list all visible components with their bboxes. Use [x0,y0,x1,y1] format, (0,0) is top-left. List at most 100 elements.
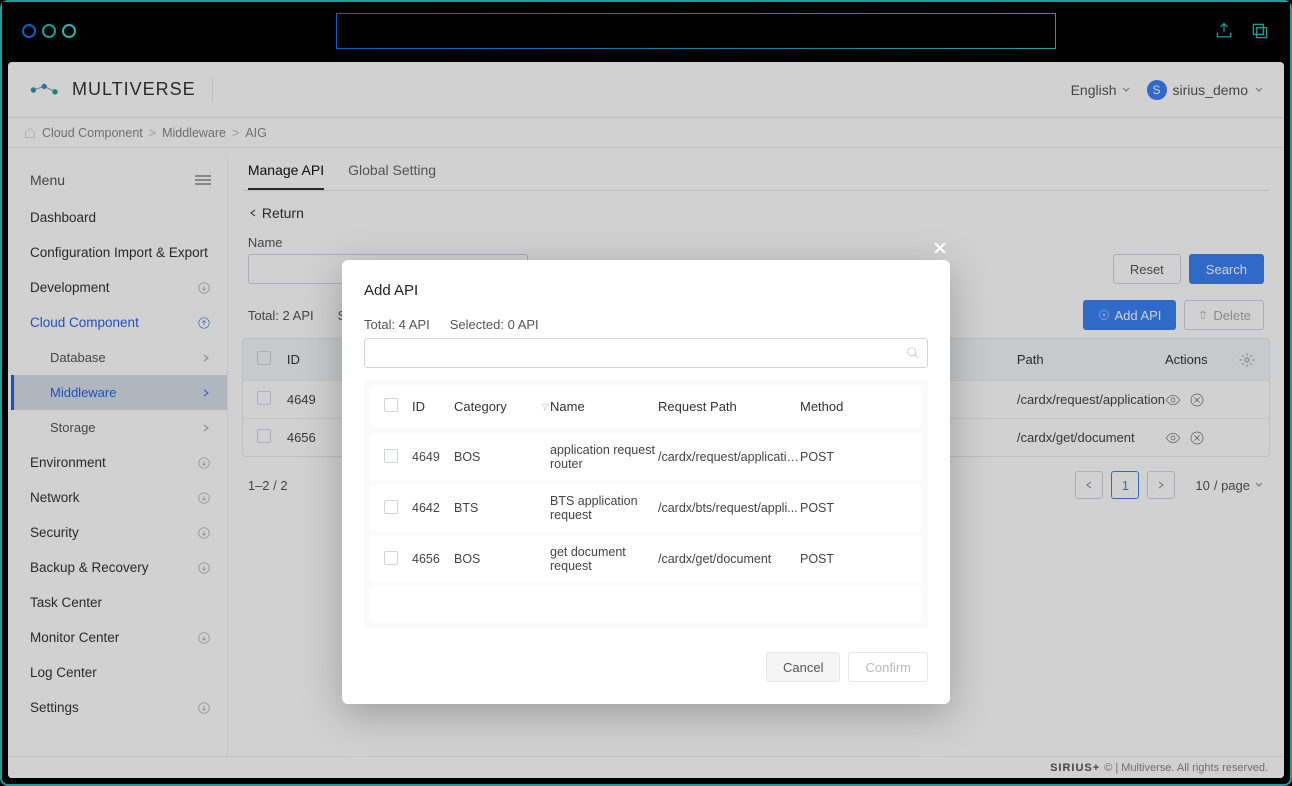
column-category: Category [454,399,507,414]
tab-manage-api[interactable]: Manage API [248,162,324,190]
column-path: Path [1017,352,1165,367]
modal-selected: Selected: 0 API [450,317,539,332]
page-range: 1–2 / 2 [248,478,288,493]
filter-icon[interactable] [540,402,550,412]
tab-global-setting[interactable]: Global Setting [348,162,436,190]
sidebar-item-security[interactable]: Security [14,515,227,550]
select-all-checkbox[interactable] [257,351,271,365]
close-button[interactable] [932,240,948,256]
gear-icon[interactable] [1239,352,1255,368]
column-id: ID [287,352,347,367]
modal-table: ID Category Name Request Path Method 464… [364,380,928,628]
remove-icon[interactable] [1189,392,1205,408]
arrow-down-icon [197,526,211,540]
sidebar-subitem-database[interactable]: Database [14,340,227,375]
circle-icon [42,24,56,38]
sidebar-item-log-center[interactable]: Log Center [14,655,227,690]
eye-icon[interactable] [1165,430,1181,446]
circle-icon [22,24,36,38]
brand-name: MULTIVERSE [72,79,196,100]
modal-row[interactable]: 4642 BTS BTS application request /cardx/… [370,484,922,532]
column-id: ID [412,399,454,414]
window-top-bar [2,2,1290,60]
select-all-checkbox[interactable] [384,398,398,412]
sidebar-title: Menu [14,160,227,200]
search-button[interactable]: Search [1189,254,1264,284]
sidebar-subitem-middleware[interactable]: Middleware [11,375,227,410]
arrow-down-icon [197,701,211,715]
total-count: Total: 2 API [248,308,314,323]
breadcrumb-item[interactable]: AIG [245,126,267,140]
reset-button[interactable]: Reset [1113,254,1181,284]
chevron-down-icon [1121,85,1131,95]
arrow-down-icon [197,491,211,505]
add-api-button[interactable]: Add API [1083,300,1176,330]
share-icon[interactable] [1214,21,1234,41]
plus-circle-icon [1098,309,1110,321]
cancel-button[interactable]: Cancel [766,652,840,682]
avatar: S [1147,80,1167,100]
modal-row[interactable]: 4656 BOS get document request /cardx/get… [370,535,922,583]
row-checkbox[interactable] [384,500,398,514]
window-controls [22,24,76,38]
return-link[interactable]: Return [242,191,1270,235]
modal-total: Total: 4 API [364,317,430,332]
chevron-left-icon [248,208,258,218]
arrow-up-icon [197,316,211,330]
circle-icon [62,24,76,38]
column-name: Name [550,399,658,414]
delete-button[interactable]: Delete [1184,300,1264,330]
prev-page-button[interactable] [1075,471,1103,499]
copy-icon[interactable] [1250,21,1270,41]
next-page-button[interactable] [1147,471,1175,499]
eye-icon[interactable] [1165,392,1181,408]
row-checkbox[interactable] [257,391,271,405]
row-checkbox[interactable] [384,449,398,463]
row-checkbox[interactable] [257,429,271,443]
chevron-right-icon [201,388,211,398]
language-selector[interactable]: English [1071,82,1131,98]
search-icon [906,346,920,360]
remove-icon[interactable] [1189,430,1205,446]
arrow-down-icon [197,631,211,645]
trash-icon [1197,309,1209,321]
modal-search-input[interactable] [364,338,928,368]
sidebar-item-environment[interactable]: Environment [14,445,227,480]
user-menu[interactable]: S sirius_demo [1147,80,1264,100]
breadcrumb-item[interactable]: Cloud Component [42,126,143,140]
breadcrumb: Cloud Component > Middleware > AIG [8,118,1284,148]
arrow-down-icon [197,561,211,575]
menu-collapse-icon[interactable] [195,174,211,186]
sidebar-item-dashboard[interactable]: Dashboard [14,200,227,235]
url-search-bar[interactable] [336,13,1056,49]
sidebar-subitem-storage[interactable]: Storage [14,410,227,445]
breadcrumb-item[interactable]: Middleware [162,126,226,140]
chevron-down-icon [1254,480,1264,490]
modal-title: Add API [364,282,928,299]
tabs: Manage API Global Setting [242,148,1270,191]
sidebar-item-backup[interactable]: Backup & Recovery [14,550,227,585]
footer: SIRIUS+ © | Multiverse. All rights reser… [8,756,1284,778]
sidebar-item-network[interactable]: Network [14,480,227,515]
sidebar-item-task-center[interactable]: Task Center [14,585,227,620]
chevron-right-icon [201,353,211,363]
sidebar-item-cloud-component[interactable]: Cloud Component [14,305,227,340]
column-method: Method [800,399,860,414]
brand-logo: MULTIVERSE [28,79,196,100]
page-size-selector[interactable]: 10 / page [1195,478,1264,493]
arrow-down-icon [197,281,211,295]
home-icon [24,127,36,139]
sidebar-item-monitor[interactable]: Monitor Center [14,620,227,655]
column-actions: Actions [1165,352,1208,367]
sidebar-item-settings[interactable]: Settings [14,690,227,725]
page-number-button[interactable]: 1 [1111,471,1139,499]
modal-row[interactable]: 4649 BOS application request router /car… [370,433,922,481]
confirm-button[interactable]: Confirm [848,652,928,682]
add-api-modal: Add API Total: 4 API Selected: 0 API ID … [342,260,950,704]
row-checkbox[interactable] [384,551,398,565]
chevron-right-icon [201,423,211,433]
app-header: MULTIVERSE English S sirius_demo [8,62,1284,118]
sidebar-item-development[interactable]: Development [14,270,227,305]
name-label: Name [248,235,528,250]
sidebar-item-config[interactable]: Configuration Import & Export [14,235,227,270]
